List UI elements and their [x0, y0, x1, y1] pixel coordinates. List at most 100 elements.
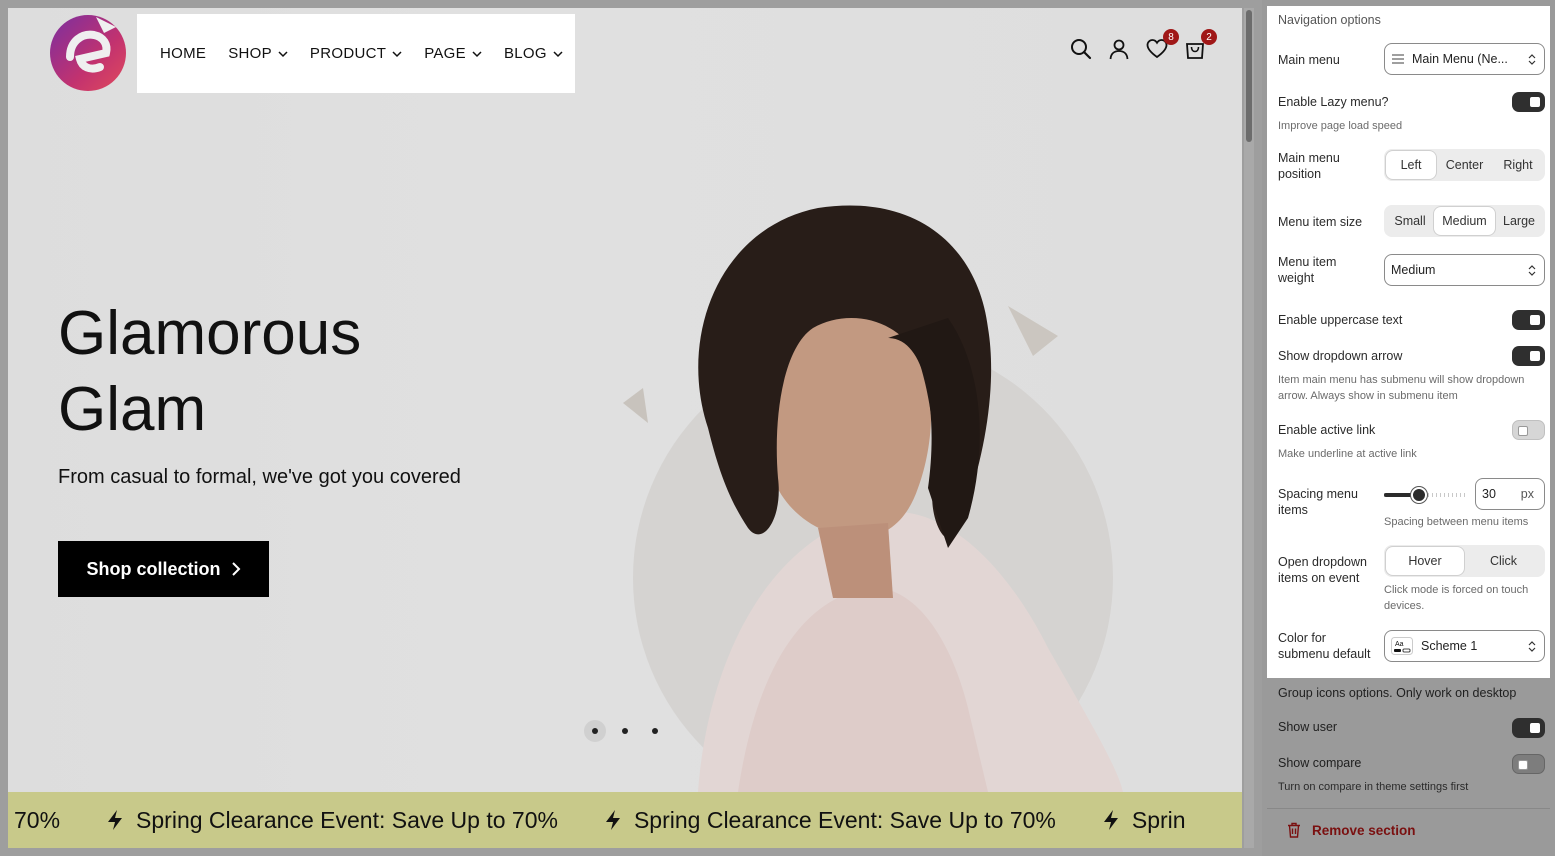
item-size-segmented: Small Medium Large	[1384, 205, 1545, 237]
chevron-down-icon	[278, 50, 288, 57]
announcement-marquee: 70% Spring Clearance Event: Save Up to 7…	[8, 792, 1242, 848]
store-preview: HOME SHOP PRODUCT PAGE BLOG 8 2 Glamorou…	[8, 8, 1242, 848]
spacing-slider-thumb[interactable]	[1411, 487, 1428, 503]
submenu-color-value: Scheme 1	[1421, 639, 1478, 653]
uppercase-toggle[interactable]	[1512, 310, 1545, 330]
size-medium-option[interactable]: Medium	[1434, 207, 1495, 235]
nav-item-page[interactable]: PAGE	[424, 45, 482, 62]
main-menu-value: Main Menu (Ne...	[1412, 52, 1508, 66]
show-user-toggle[interactable]	[1512, 718, 1545, 738]
dropdown-arrow-toggle[interactable]	[1512, 346, 1545, 366]
header-icons: 8 2	[1070, 29, 1217, 60]
show-user-label: Show user	[1278, 720, 1338, 734]
hero-title: Glamorous Glam	[58, 296, 558, 448]
main-menu-label: Main menu	[1278, 53, 1340, 67]
submenu-color-label: Color for submenu default	[1278, 631, 1371, 661]
nav-page-label: PAGE	[424, 45, 466, 62]
color-scheme-icon: Aa	[1391, 637, 1413, 655]
show-compare-label: Show compare	[1278, 756, 1362, 770]
position-left-option[interactable]: Left	[1386, 151, 1436, 179]
main-menu-select[interactable]: Main Menu (Ne...	[1384, 43, 1545, 75]
slide-dot-3[interactable]	[644, 720, 666, 742]
nav-item-home[interactable]: HOME	[160, 45, 206, 62]
event-hover-option[interactable]: Hover	[1386, 547, 1464, 575]
hero-title-line-2: Glam	[58, 375, 207, 444]
spacing-slider[interactable]	[1384, 487, 1468, 503]
scrollbar-thumb[interactable]	[1246, 10, 1252, 142]
hero-title-line-1: Glamorous	[58, 299, 362, 368]
spacing-help: Spacing between menu items	[1384, 516, 1529, 528]
position-center-option[interactable]: Center	[1436, 151, 1493, 179]
lightning-icon	[1103, 810, 1118, 830]
settings-panel: Navigation options Main menu Main Menu (…	[1262, 0, 1555, 856]
active-link-toggle[interactable]	[1512, 420, 1545, 440]
lightning-icon	[108, 810, 123, 830]
marquee-item: Sprin	[1102, 807, 1186, 834]
group-icons-heading: Group icons options. Only work on deskto…	[1278, 686, 1517, 700]
site-header: HOME SHOP PRODUCT PAGE BLOG 8 2	[8, 8, 1242, 100]
slide-dot-1[interactable]	[584, 720, 606, 742]
active-link-label: Enable active link	[1278, 423, 1376, 437]
nav-item-shop[interactable]: SHOP	[228, 45, 288, 62]
active-link-help: Make underline at active link	[1278, 448, 1417, 460]
marquee-lead-text: 70%	[14, 806, 61, 833]
up-down-chevron-icon	[1528, 54, 1536, 65]
spacing-label: Spacing menu items	[1278, 487, 1358, 517]
nav-item-product[interactable]: PRODUCT	[310, 45, 402, 62]
remove-section-label: Remove section	[1312, 822, 1416, 838]
preview-scrollbar[interactable]	[1244, 8, 1254, 848]
shop-collection-label: Shop collection	[86, 558, 221, 579]
account-icon[interactable]	[1108, 38, 1130, 60]
event-click-option[interactable]: Click	[1464, 547, 1543, 575]
position-right-option[interactable]: Right	[1493, 151, 1543, 179]
show-compare-toggle[interactable]	[1512, 754, 1545, 774]
wishlist-button[interactable]: 8	[1146, 29, 1179, 60]
up-down-chevron-icon	[1528, 265, 1536, 276]
marquee-text: Spring Clearance Event: Save Up to 70%	[633, 806, 1056, 833]
marquee-text: Sprin	[1131, 806, 1186, 833]
chevron-down-icon	[553, 50, 563, 57]
nav-home-label: HOME	[160, 45, 207, 62]
open-event-label: Open dropdown items on event	[1278, 555, 1367, 585]
spacing-number-input[interactable]: 30 px	[1475, 478, 1545, 510]
spacing-value: 30	[1482, 487, 1496, 501]
item-weight-value: Medium	[1391, 263, 1436, 277]
lazy-menu-toggle[interactable]	[1512, 92, 1545, 112]
svg-text:Aa: Aa	[1395, 641, 1404, 648]
search-icon[interactable]	[1070, 38, 1092, 60]
lazy-menu-label: Enable Lazy menu?	[1278, 95, 1389, 109]
slider-pagination	[584, 720, 666, 742]
nav-item-blog[interactable]: BLOG	[504, 45, 563, 62]
size-small-option[interactable]: Small	[1386, 207, 1434, 235]
lightning-icon	[605, 810, 620, 830]
open-event-segmented: Hover Click	[1384, 545, 1545, 577]
cart-button[interactable]: 2	[1184, 29, 1217, 60]
item-size-label: Menu item size	[1278, 215, 1363, 229]
marquee-text: Spring Clearance Event: Save Up to 70%	[136, 806, 558, 833]
hero-subtitle: From casual to formal, we've got you cov…	[58, 466, 461, 488]
submenu-color-select[interactable]: Aa Scheme 1	[1384, 630, 1545, 662]
size-large-option[interactable]: Large	[1495, 207, 1543, 235]
shop-collection-button[interactable]: Shop collection	[58, 541, 269, 597]
dropdown-arrow-help: Item main menu has submenu will show dro…	[1278, 374, 1525, 402]
lazy-menu-help: Improve page load speed	[1278, 120, 1403, 132]
spacing-unit: px	[1520, 487, 1534, 501]
panel-divider	[1267, 808, 1550, 809]
section-title: Navigation options	[1278, 13, 1381, 27]
chevron-right-icon	[231, 562, 240, 576]
nav-blog-label: BLOG	[503, 45, 547, 62]
trash-icon	[1288, 822, 1300, 838]
marquee-item: Spring Clearance Event: Save Up to 70%	[604, 807, 1056, 834]
chevron-down-icon	[472, 50, 482, 57]
uppercase-label: Enable uppercase text	[1278, 313, 1403, 327]
item-weight-select[interactable]: Medium	[1384, 254, 1545, 286]
brand-logo-icon[interactable]	[48, 13, 128, 93]
nav-product-label: PRODUCT	[309, 45, 387, 62]
open-event-help: Click mode is forced on touch devices.	[1384, 584, 1529, 612]
marquee-item: Spring Clearance Event: Save Up to 70%	[106, 807, 558, 834]
menu-list-icon	[1392, 54, 1404, 64]
slide-dot-2[interactable]	[614, 720, 636, 742]
cart-count-badge: 2	[1201, 29, 1217, 45]
remove-section-button[interactable]: Remove section	[1287, 822, 1416, 838]
hero-model-image	[623, 205, 1123, 792]
